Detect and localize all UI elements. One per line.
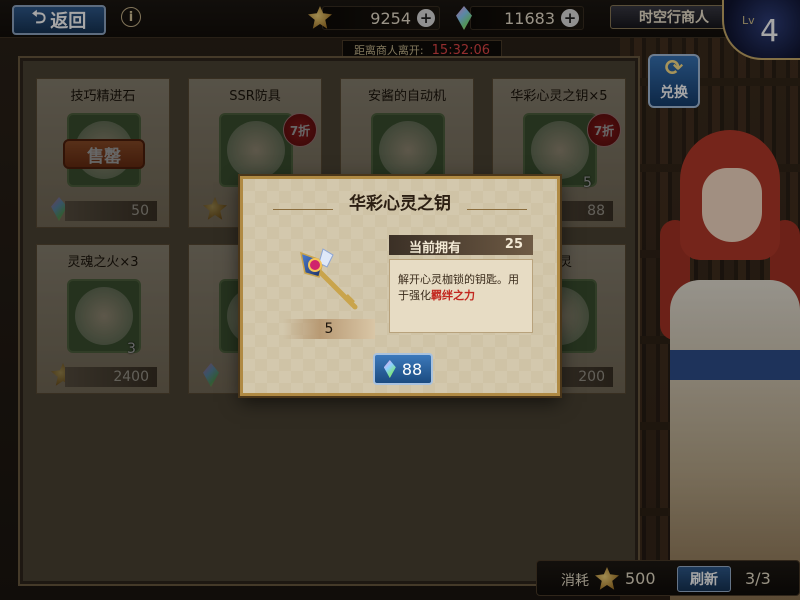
owned-bar: 当前拥有 25 — [389, 235, 533, 256]
item-count: 5 — [283, 319, 375, 339]
item-description: 解开心灵枷锁的钥匙。用于强化羁绊之力 — [389, 259, 533, 333]
owned-label: 当前拥有 — [409, 241, 462, 256]
description-highlight: 羁绊之力 — [431, 289, 475, 302]
ornament-divider — [273, 209, 333, 217]
buy-price: 88 — [401, 359, 423, 379]
ornament-divider — [467, 209, 527, 217]
gem-icon — [383, 360, 396, 378]
item-preview: 5 — [279, 239, 379, 339]
key-icon — [300, 248, 358, 310]
item-detail-dialog: 华彩心灵之钥 5 当前拥有 25 解开心灵枷锁的钥匙。用于强化羁绊之力 88 — [240, 176, 560, 396]
owned-value: 25 — [504, 237, 523, 252]
buy-button[interactable]: 88 — [373, 353, 433, 385]
